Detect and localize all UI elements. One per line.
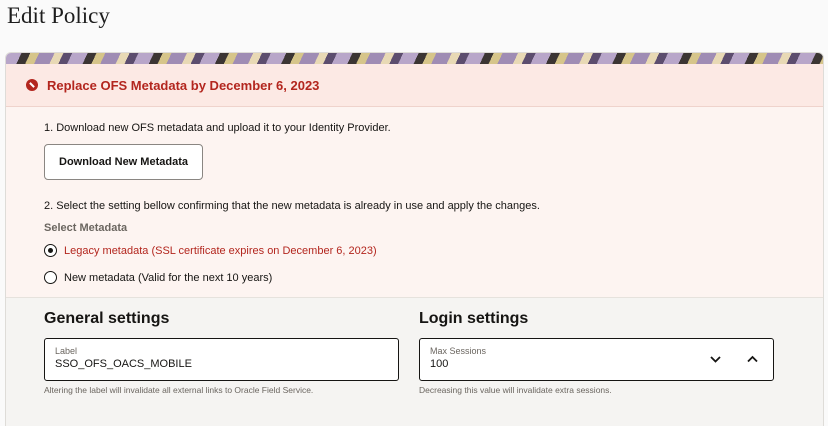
settings-section: General settings Label SSO_OFS_OACS_MOBI…	[6, 298, 823, 395]
general-settings-title: General settings	[44, 310, 170, 327]
max-sessions-help-text: Decreasing this value will invalidate ex…	[419, 385, 612, 395]
radio-button-unchecked[interactable]	[44, 271, 57, 284]
radio-label-legacy[interactable]: Legacy metadata (SSL certificate expires…	[64, 245, 377, 257]
select-metadata-label: Select Metadata	[44, 222, 128, 234]
metadata-alert-body: 1. Download new OFS metadata and upload …	[6, 107, 823, 298]
metadata-alert-header: Replace OFS Metadata by December 6, 2023	[6, 64, 823, 107]
chevron-up-icon[interactable]	[744, 351, 761, 368]
label-field-value[interactable]: SSO_OFS_OACS_MOBILE	[55, 358, 388, 370]
radio-legacy-metadata[interactable]: Legacy metadata (SSL certificate expires…	[44, 244, 823, 257]
login-settings-title: Login settings	[419, 310, 529, 327]
login-settings: Login settings Max Sessions 100 Decreasi…	[419, 310, 794, 395]
policy-card: Replace OFS Metadata by December 6, 2023…	[5, 52, 824, 426]
alert-title: Replace OFS Metadata by December 6, 2023	[47, 77, 320, 93]
chevron-down-icon[interactable]	[707, 351, 724, 368]
label-help-text: Altering the label will invalidate all e…	[44, 385, 314, 395]
error-icon	[26, 79, 38, 91]
general-settings: General settings Label SSO_OFS_OACS_MOBI…	[44, 310, 419, 395]
label-field[interactable]: Label SSO_OFS_OACS_MOBILE	[44, 338, 399, 381]
radio-label-new[interactable]: New metadata (Valid for the next 10 year…	[64, 272, 272, 284]
radio-button-checked[interactable]	[44, 244, 57, 257]
download-metadata-button[interactable]: Download New Metadata	[44, 144, 203, 180]
max-sessions-stepper[interactable]: Max Sessions 100	[419, 338, 774, 381]
label-field-label: Label	[55, 346, 78, 356]
page-title: Edit Policy	[7, 3, 110, 28]
decorative-banner	[6, 53, 823, 64]
step-one-text: 1. Download new OFS metadata and upload …	[44, 122, 391, 134]
radio-new-metadata[interactable]: New metadata (Valid for the next 10 year…	[44, 271, 823, 284]
stepper-controls	[707, 351, 761, 368]
step-two-text: 2. Select the setting bellow confirming …	[44, 200, 540, 212]
